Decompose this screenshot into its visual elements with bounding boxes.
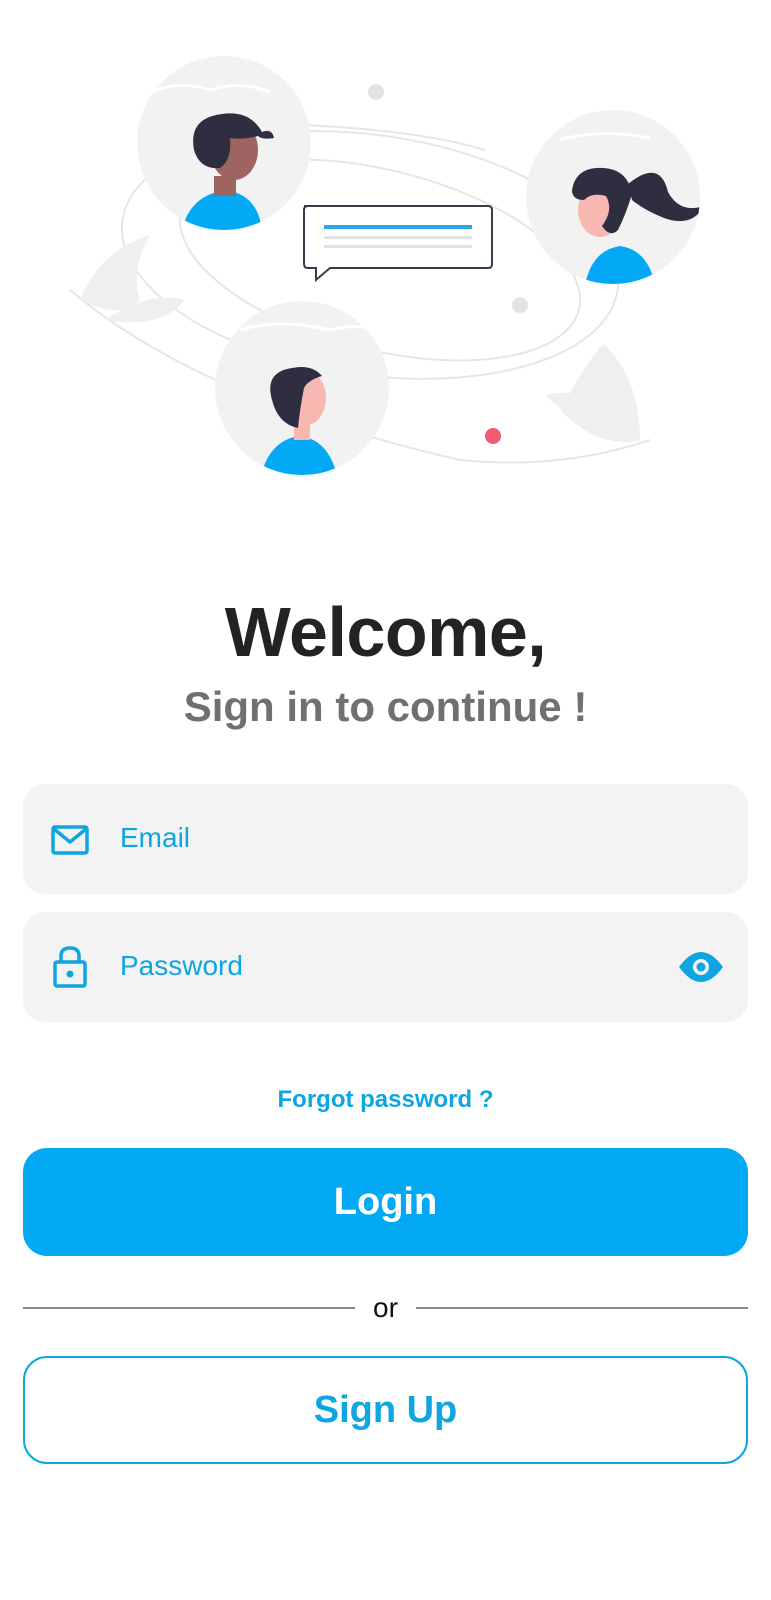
page-title: Welcome, [224,593,547,671]
or-divider: or [23,1290,748,1326]
hero-illustration [69,56,700,475]
password-field[interactable]: Password [23,912,748,1022]
eye-icon[interactable] [678,950,724,984]
chat-bubble [303,205,493,283]
login-button[interactable]: Login [23,1148,748,1256]
divider-line-right [416,1307,748,1309]
lock-icon [53,946,87,988]
mail-icon [51,825,89,855]
forgot-password-link[interactable]: Forgot password ? [0,1086,771,1114]
email-field[interactable]: Email [23,784,748,894]
avatar-man-bottom [215,301,389,475]
page-subtitle: Sign in to continue ! [183,683,588,730]
password-placeholder: Password [120,950,243,981]
signup-button[interactable]: Sign Up [23,1356,748,1464]
avatar-woman-right [526,110,700,284]
avatar-man-top [137,56,311,230]
email-placeholder: Email [120,822,191,853]
